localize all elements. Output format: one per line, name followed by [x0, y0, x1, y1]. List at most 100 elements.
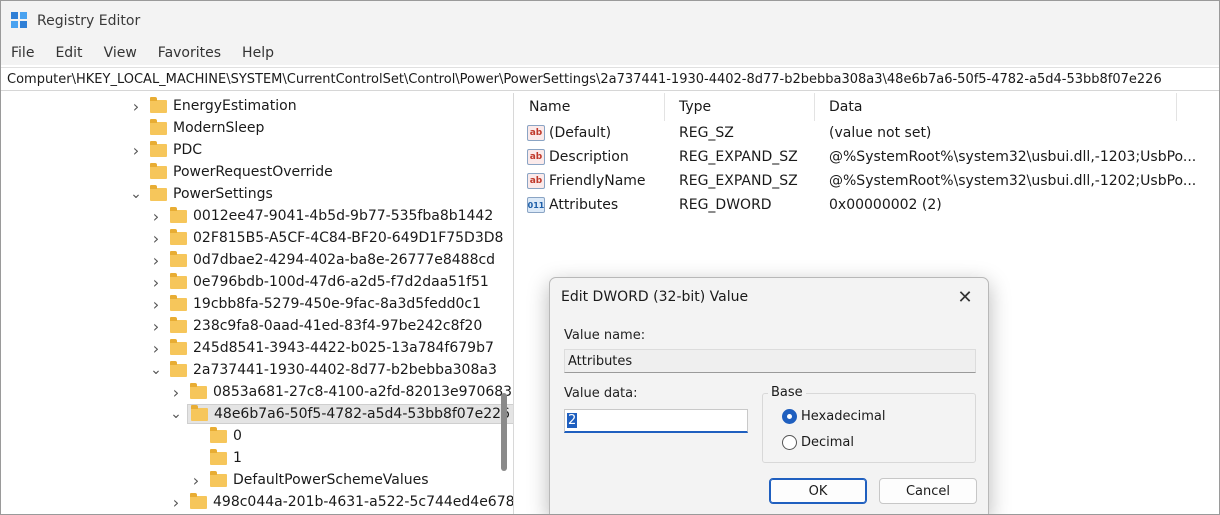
tree-scrollbar[interactable]	[501, 393, 507, 471]
tree-node[interactable]: ⌄ 2a737441-1930-4402-8d77-b2bebba308a3	[149, 359, 513, 381]
value-type: REG_EXPAND_SZ	[679, 173, 798, 189]
value-data-label: Value data:	[564, 386, 638, 401]
chevron-down-icon[interactable]: ⌄	[149, 359, 163, 381]
binary-value-icon: 011	[527, 197, 545, 213]
value-name-cell: ab FriendlyName	[527, 169, 646, 193]
tree-connector	[129, 161, 143, 183]
tree-node[interactable]: 1	[189, 447, 513, 469]
tree-node-label: 48e6b7a6-50f5-4782-a5d4-53bb8f07e226	[214, 406, 510, 422]
chevron-right-icon[interactable]: ›	[169, 381, 183, 403]
value-name-field: Attributes	[564, 349, 976, 373]
menu-view[interactable]: View	[104, 45, 137, 61]
tree-node-label-wrap: 0012ee47-9041-4b5d-9b77-535fba8b1442	[167, 206, 496, 225]
tree-node-label: 2a737441-1930-4402-8d77-b2bebba308a3	[193, 362, 497, 378]
dialog-title: Edit DWORD (32-bit) Value	[561, 289, 749, 305]
tree-node-label-wrap: PDC	[147, 140, 205, 159]
value-data-input[interactable]: 2	[564, 409, 748, 433]
chevron-right-icon[interactable]: ›	[149, 271, 163, 293]
menu-edit[interactable]: Edit	[55, 45, 82, 61]
column-header-data[interactable]: Data	[815, 93, 1177, 121]
chevron-right-icon[interactable]: ›	[149, 293, 163, 315]
tree-node-label-wrap: PowerRequestOverride	[147, 162, 336, 181]
tree-node[interactable]: ⌄ 48e6b7a6-50f5-4782-a5d4-53bb8f07e226	[169, 403, 513, 425]
tree-node-label-wrap: 238c9fa8-0aad-41ed-83f4-97be242c8f20	[167, 316, 485, 335]
tree-node[interactable]: ⌄ PowerSettings	[129, 183, 513, 205]
tree-node[interactable]: › 0d7dbae2-4294-402a-ba8e-26777e8488cd	[149, 249, 513, 271]
folder-icon	[170, 360, 187, 377]
decimal-radio[interactable]: Decimal	[782, 435, 854, 450]
folder-icon	[170, 338, 187, 355]
tree-node[interactable]: › 19cbb8fa-5279-450e-9fac-8a3d5fedd0c1	[149, 293, 513, 315]
tree-node[interactable]: › 245d8541-3943-4422-b025-13a784f679b7	[149, 337, 513, 359]
chevron-right-icon[interactable]: ›	[149, 227, 163, 249]
tree-node-label: 0	[233, 428, 242, 444]
tree-node[interactable]: › 0012ee47-9041-4b5d-9b77-535fba8b1442	[149, 205, 513, 227]
chevron-right-icon[interactable]: ›	[149, 249, 163, 271]
value-name-text: Attributes	[568, 353, 633, 369]
tree-node[interactable]: › 0853a681-27c8-4100-a2fd-82013e970683	[169, 381, 513, 403]
registry-editor-window: Registry Editor File Edit View Favorites…	[0, 0, 1220, 515]
close-icon[interactable]: ✕	[952, 284, 978, 310]
edit-dword-dialog: Edit DWORD (32-bit) Value ✕ Value name: …	[549, 277, 989, 514]
tree-node[interactable]: › EnergyEstimation	[129, 95, 513, 117]
menu-help[interactable]: Help	[242, 45, 274, 61]
key-tree[interactable]: › EnergyEstimation ModernSleep › PDC PowerReq…	[1, 93, 514, 514]
tree-connector	[189, 425, 203, 447]
menu-bar: File Edit View Favorites Help	[1, 41, 1219, 65]
cancel-button[interactable]: Cancel	[879, 478, 977, 504]
tree-node-label-wrap: 0e796bdb-100d-47d6-a2d5-f7d2daa51f51	[167, 272, 492, 291]
tree-node[interactable]: › 02F815B5-A5CF-4C84-BF20-649D1F75D3D8	[149, 227, 513, 249]
chevron-right-icon[interactable]: ›	[149, 205, 163, 227]
chevron-right-icon[interactable]: ›	[129, 95, 143, 117]
folder-icon	[170, 316, 187, 333]
tree-node[interactable]: › 238c9fa8-0aad-41ed-83f4-97be242c8f20	[149, 315, 513, 337]
tree-node[interactable]: › 0e796bdb-100d-47d6-a2d5-f7d2daa51f51	[149, 271, 513, 293]
value-name-label: Value name:	[564, 328, 646, 343]
tree-node[interactable]: ModernSleep	[129, 117, 513, 139]
chevron-right-icon[interactable]: ›	[149, 337, 163, 359]
chevron-right-icon[interactable]: ›	[169, 491, 183, 513]
value-row[interactable]: ab FriendlyName REG_EXPAND_SZ @%SystemRoot%…	[515, 169, 1219, 193]
folder-icon	[150, 184, 167, 201]
value-name: (Default)	[549, 125, 612, 141]
menu-favorites[interactable]: Favorites	[158, 45, 221, 61]
folder-icon	[170, 206, 187, 223]
tree-node[interactable]: › PDC	[129, 139, 513, 161]
value-data: @%SystemRoot%\system32\usbui.dll,-1202;U…	[829, 173, 1197, 189]
tree-node-label: 02F815B5-A5CF-4C84-BF20-649D1F75D3D8	[193, 230, 504, 246]
tree-node[interactable]: 0	[189, 425, 513, 447]
column-header-type[interactable]: Type	[665, 93, 815, 121]
tree-node[interactable]: PowerRequestOverride	[129, 161, 513, 183]
tree-node-label: 1	[233, 450, 242, 466]
hexadecimal-radio[interactable]: Hexadecimal	[782, 409, 885, 424]
value-row[interactable]: ab (Default) REG_SZ (value not set)	[515, 121, 1219, 145]
tree-node-label-wrap: 2a737441-1930-4402-8d77-b2bebba308a3	[167, 360, 500, 379]
tree-node-label-wrap: 02F815B5-A5CF-4C84-BF20-649D1F75D3D8	[167, 228, 506, 247]
chevron-right-icon[interactable]: ›	[189, 469, 203, 491]
tree-node[interactable]: › 498c044a-201b-4631-a522-5c744ed4e678	[169, 491, 513, 513]
tree-node-label-wrap: 498c044a-201b-4631-a522-5c744ed4e678	[187, 492, 513, 511]
address-path: Computer\HKEY_LOCAL_MACHINE\SYSTEM\Curre…	[7, 71, 1162, 87]
string-value-icon: ab	[527, 125, 545, 141]
value-row[interactable]: 011 Attributes REG_DWORD 0x00000002 (2)	[515, 193, 1219, 217]
chevron-right-icon[interactable]: ›	[129, 139, 143, 161]
value-data-text: 2	[567, 413, 578, 428]
value-name-cell: ab Description	[527, 145, 629, 169]
chevron-down-icon[interactable]: ⌄	[129, 183, 143, 205]
value-row[interactable]: ab Description REG_EXPAND_SZ @%SystemRoot%\…	[515, 145, 1219, 169]
tree-connector	[189, 447, 203, 469]
chevron-right-icon[interactable]: ›	[149, 315, 163, 337]
menu-file[interactable]: File	[11, 45, 34, 61]
folder-icon	[170, 294, 187, 311]
ok-button[interactable]: OK	[769, 478, 867, 504]
tree-node-label: 0012ee47-9041-4b5d-9b77-535fba8b1442	[193, 208, 494, 224]
value-type: REG_SZ	[679, 125, 734, 141]
folder-icon	[150, 140, 167, 157]
folder-icon	[170, 250, 187, 267]
folder-icon	[210, 470, 227, 487]
address-bar[interactable]: Computer\HKEY_LOCAL_MACHINE\SYSTEM\Curre…	[1, 67, 1219, 91]
tree-node[interactable]: › DefaultPowerSchemeValues	[189, 469, 513, 491]
column-header-name[interactable]: Name	[515, 93, 665, 121]
value-type: REG_DWORD	[679, 197, 772, 213]
chevron-down-icon[interactable]: ⌄	[169, 403, 183, 425]
